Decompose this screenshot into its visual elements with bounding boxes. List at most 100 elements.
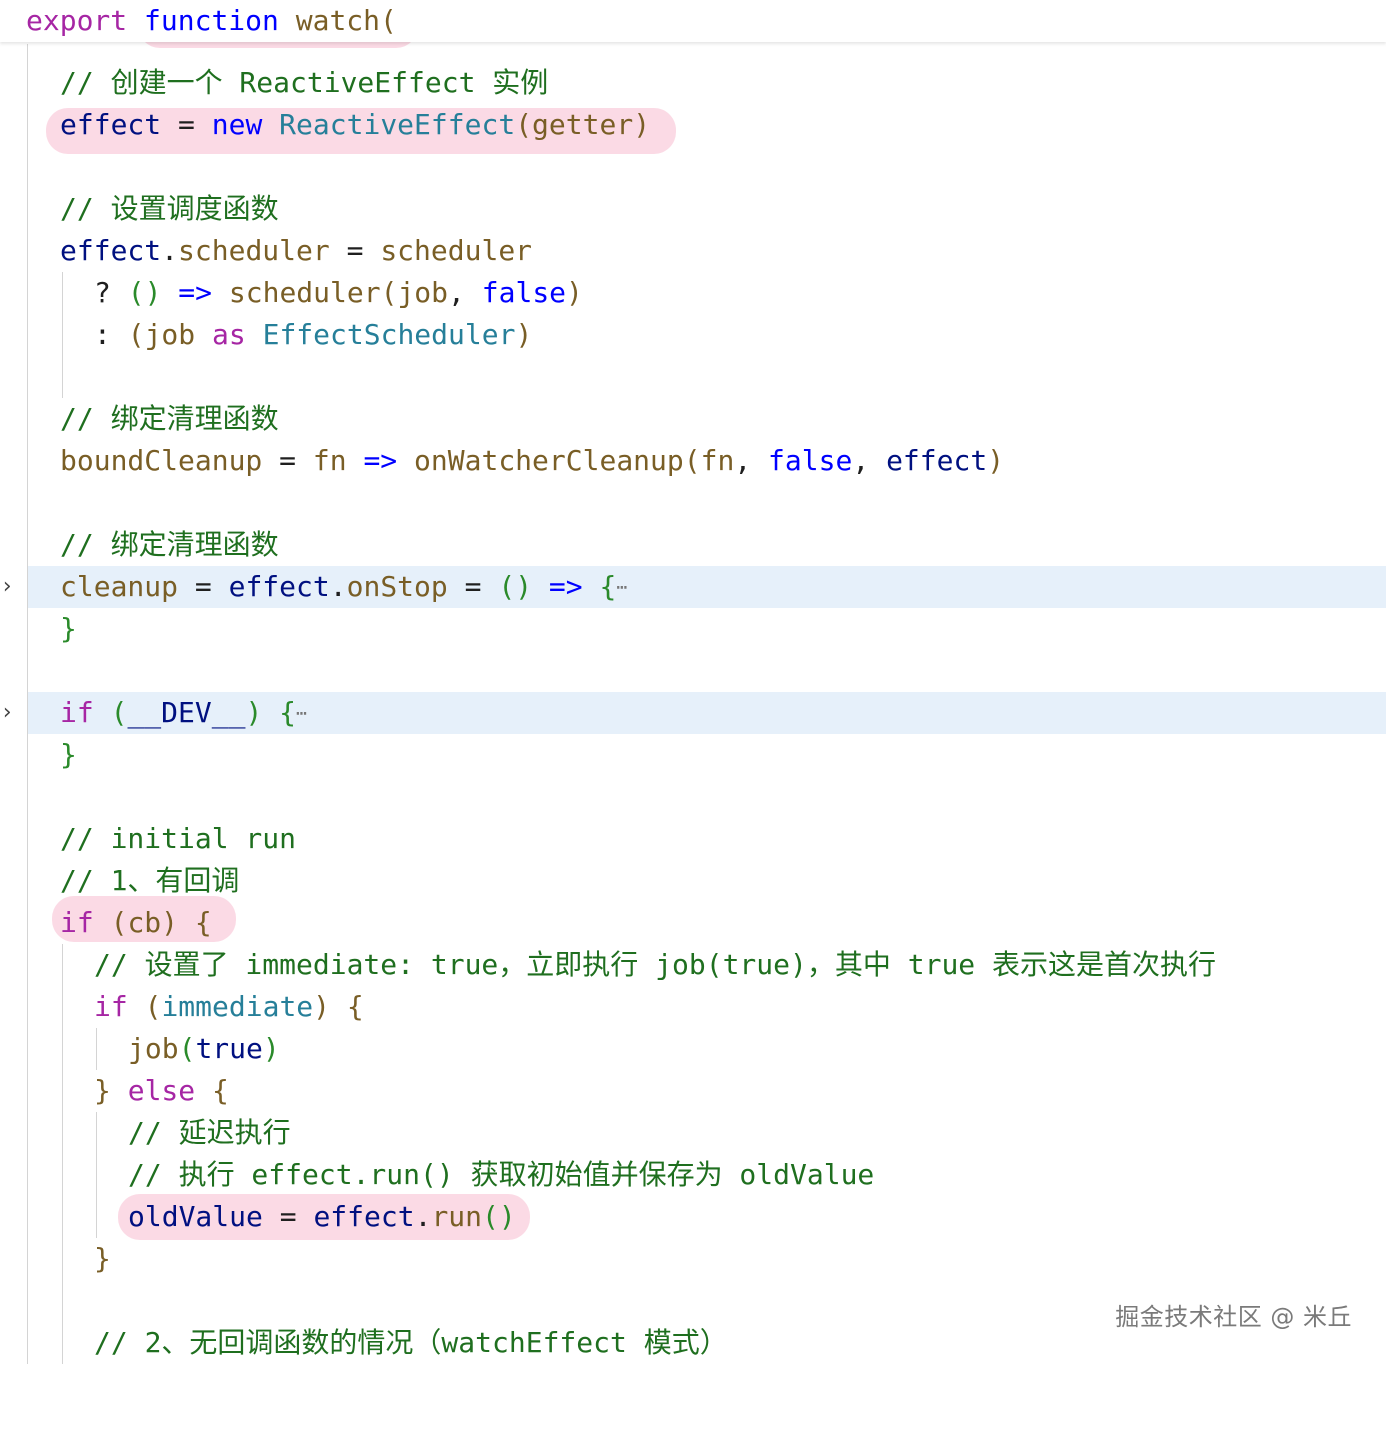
token: } bbox=[94, 1074, 128, 1107]
token: effect bbox=[60, 234, 162, 267]
token: effect bbox=[886, 444, 988, 477]
token: } bbox=[60, 612, 77, 645]
token: () bbox=[482, 1200, 516, 1233]
token: ( bbox=[93, 696, 128, 729]
token: if bbox=[94, 990, 128, 1023]
token: = bbox=[262, 1200, 314, 1233]
token: ) bbox=[515, 318, 533, 351]
comment: // 执行 effect.run() 获取初始值并保存为 oldValue bbox=[128, 1158, 875, 1191]
code-line-folded[interactable]: cleanup = effect.onStop = () => {⋯ bbox=[0, 566, 1386, 608]
token: ) bbox=[633, 108, 651, 141]
token: , bbox=[448, 276, 482, 309]
token: ( bbox=[515, 108, 533, 141]
comment: // 1、有回调 bbox=[60, 864, 240, 897]
token: onStop bbox=[346, 570, 448, 603]
code-line: } bbox=[0, 608, 1386, 650]
code-line: effect = new ReactiveEffect(getter) bbox=[0, 104, 1386, 146]
token: ( bbox=[178, 1032, 196, 1065]
folded-ellipsis-icon[interactable]: ⋯ bbox=[616, 577, 627, 598]
code-line: // initial run bbox=[0, 818, 1386, 860]
token: ) bbox=[245, 696, 280, 729]
code-line: // 延迟执行 bbox=[0, 1112, 1386, 1154]
token: ReactiveEffect bbox=[279, 108, 516, 141]
code-line: // 设置了 immediate: true，立即执行 job(true)，其中… bbox=[0, 944, 1386, 986]
token: => bbox=[346, 444, 415, 477]
token: => bbox=[532, 570, 600, 603]
token: = bbox=[262, 444, 313, 477]
token: boundCleanup bbox=[60, 444, 263, 477]
token: ? bbox=[94, 276, 128, 309]
token: job bbox=[128, 1032, 179, 1065]
token: = bbox=[329, 234, 381, 267]
token: effect bbox=[228, 570, 330, 603]
token: = bbox=[178, 570, 229, 603]
token: () bbox=[127, 276, 162, 309]
token: ( bbox=[127, 990, 162, 1023]
code-line: // 绑定清理函数 bbox=[0, 398, 1386, 440]
code-line: boundCleanup = fn => onWatcherCleanup(fn… bbox=[0, 440, 1386, 482]
token: } bbox=[60, 738, 77, 771]
token: { bbox=[194, 906, 212, 939]
code-editor: › › export function watch( // 创建一个 React… bbox=[0, 0, 1386, 1364]
comment: // 设置调度函数 bbox=[60, 192, 279, 225]
token: { bbox=[599, 570, 617, 603]
token: , bbox=[852, 444, 887, 477]
token: run bbox=[431, 1200, 483, 1233]
token: onWatcherCleanup bbox=[414, 444, 684, 477]
token: () bbox=[498, 570, 533, 603]
token-export: export bbox=[26, 4, 128, 37]
token: ( bbox=[683, 444, 701, 477]
token-watch: watch bbox=[295, 4, 381, 37]
token: , bbox=[734, 444, 769, 477]
token: = bbox=[161, 108, 212, 141]
token: if bbox=[60, 906, 94, 939]
token: EffectScheduler bbox=[262, 318, 516, 351]
token: job bbox=[144, 318, 196, 351]
code-line: oldValue = effect.run() bbox=[0, 1196, 1386, 1238]
code-line: if (cb) { bbox=[0, 902, 1386, 944]
token: scheduler bbox=[178, 234, 330, 267]
token: as bbox=[212, 318, 246, 351]
code-line: // 执行 effect.run() 获取初始值并保存为 oldValue bbox=[0, 1154, 1386, 1196]
comment: // 创建一个 ReactiveEffect 实例 bbox=[60, 66, 549, 99]
token: effect bbox=[60, 108, 162, 141]
token: { bbox=[346, 990, 364, 1023]
token: if bbox=[60, 696, 94, 729]
token: { bbox=[195, 1074, 229, 1107]
code-line: effect.scheduler = scheduler bbox=[0, 230, 1386, 272]
token: cleanup bbox=[60, 570, 179, 603]
code-line: // 创建一个 ReactiveEffect 实例 bbox=[0, 62, 1386, 104]
code-line: } else { bbox=[0, 1070, 1386, 1112]
token: false bbox=[768, 444, 853, 477]
token: . bbox=[414, 1200, 432, 1233]
token: ) bbox=[262, 1032, 280, 1065]
token: job bbox=[397, 276, 449, 309]
code-line: // 设置调度函数 bbox=[0, 188, 1386, 230]
token: false bbox=[481, 276, 567, 309]
token: fn bbox=[700, 444, 735, 477]
token: = bbox=[447, 570, 499, 603]
code-line: if (immediate) { bbox=[0, 986, 1386, 1028]
comment: // 绑定清理函数 bbox=[60, 402, 279, 435]
token: => bbox=[161, 276, 229, 309]
token-function: function bbox=[144, 4, 279, 37]
code-line: ? () => scheduler(job, false) bbox=[0, 272, 1386, 314]
token: scheduler bbox=[228, 276, 381, 309]
folded-ellipsis-icon[interactable]: ⋯ bbox=[296, 703, 307, 724]
token: ( bbox=[380, 276, 398, 309]
token: true bbox=[195, 1032, 263, 1065]
code-line-folded[interactable]: if (__DEV__) {⋯ bbox=[0, 692, 1386, 734]
token: { bbox=[279, 696, 297, 729]
comment: // 绑定清理函数 bbox=[60, 528, 279, 561]
token: effect bbox=[313, 1200, 415, 1233]
code-line: // 1、有回调 bbox=[0, 860, 1386, 902]
token: getter bbox=[532, 108, 634, 141]
code-line: // 绑定清理函数 bbox=[0, 524, 1386, 566]
watermark: 掘金技术社区 @ 米丘 bbox=[1115, 1303, 1352, 1331]
comment: // initial run bbox=[60, 822, 297, 855]
token: __DEV__ bbox=[127, 696, 246, 729]
token: ( bbox=[127, 318, 145, 351]
token: immediate bbox=[161, 990, 314, 1023]
code-line: } bbox=[0, 734, 1386, 776]
token: ) bbox=[566, 276, 583, 309]
